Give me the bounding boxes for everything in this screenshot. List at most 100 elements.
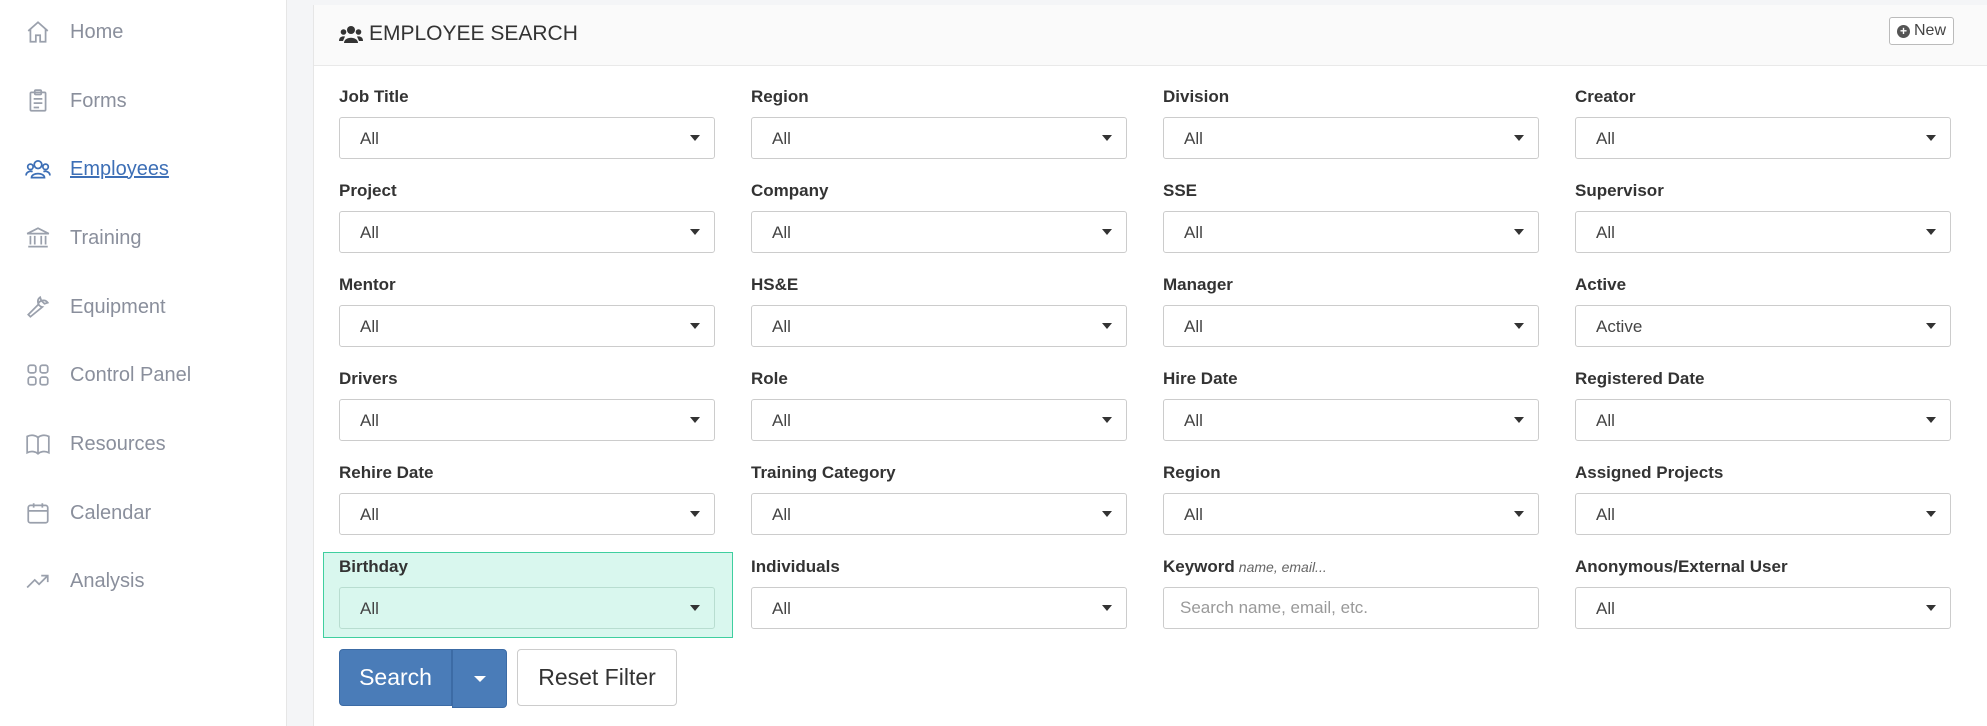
anonymous-select[interactable]: All [1575,587,1951,629]
caret-down-icon [1514,511,1524,517]
sse-select[interactable]: All [1163,211,1539,253]
sidebar-item-control-panel[interactable]: Control Panel [24,355,191,395]
caret-down-icon [1514,417,1524,423]
rehire-date-select[interactable]: All [339,493,715,535]
hire-date-select[interactable]: All [1163,399,1539,441]
division-select[interactable]: All [1163,117,1539,159]
assigned-projects-select[interactable]: All [1575,493,1951,535]
field-label: Anonymous/External User [1575,557,1788,576]
sidebar-item-home[interactable]: Home [24,12,123,52]
select-value: All [1184,223,1203,242]
sidebar-item-label: Resources [70,432,166,455]
individuals-select[interactable]: All [751,587,1127,629]
select-value: All [360,129,379,148]
field-label: Supervisor [1575,181,1664,200]
select-value: All [360,505,379,524]
sidebar-item-training[interactable]: Training [24,218,142,258]
select-value: All [772,129,791,148]
caret-down-icon [1102,417,1112,423]
caret-down-icon [690,323,700,329]
users-icon [24,155,52,183]
filter-anonymous-external-user: Anonymous/External User All [1575,557,1951,629]
employee-search-panel: EMPLOYEE SEARCH + New Job Title All Regi… [313,5,1987,726]
supervisor-select[interactable]: All [1575,211,1951,253]
registered-date-select[interactable]: All [1575,399,1951,441]
caret-down-icon [1926,323,1936,329]
field-label: Rehire Date [339,463,434,482]
sidebar-item-label: Control Panel [70,363,192,386]
field-label: Training Category [751,463,896,482]
select-value: All [1596,129,1615,148]
role-select[interactable]: All [751,399,1127,441]
field-label: Active [1575,275,1627,294]
training-category-select[interactable]: All [751,493,1127,535]
caret-down-icon [1102,605,1112,611]
new-button-label: New [1914,22,1947,39]
select-value: All [772,411,791,430]
wrench-icon [24,293,52,321]
users-icon [339,26,363,43]
hse-select[interactable]: All [751,305,1127,347]
filter-role: Role All [751,369,1127,441]
keyword-input[interactable] [1163,587,1539,629]
company-select[interactable]: All [751,211,1127,253]
select-value: Active [1596,317,1643,336]
caret-down-icon [1926,229,1936,235]
sidebar-item-resources[interactable]: Resources [24,424,166,464]
filter-job-title: Job Title All [339,87,715,159]
select-value: All [772,223,791,242]
caret-down-icon [690,135,700,141]
sidebar-item-calendar[interactable]: Calendar [24,493,151,533]
select-value: All [772,317,791,336]
filter-creator: Creator All [1575,87,1951,159]
caret-down-icon [1926,417,1936,423]
caret-down-icon [1514,229,1524,235]
book-icon [24,430,52,458]
select-value: All [772,505,791,524]
caret-down-icon [1514,323,1524,329]
manager-select[interactable]: All [1163,305,1539,347]
caret-down-icon [1102,229,1112,235]
birthday-select[interactable]: All [339,587,715,629]
new-button[interactable]: + New [1889,17,1955,45]
reset-filter-button[interactable]: Reset Filter [517,649,677,706]
sidebar-item-label: Home [70,20,124,43]
mentor-select[interactable]: All [339,305,715,347]
select-value: All [1596,599,1615,618]
filter-sse: SSE All [1163,181,1539,253]
caret-down-icon [474,676,486,682]
project-select[interactable]: All [339,211,715,253]
field-label: Registered Date [1575,369,1705,388]
sidebar-item-label: Training [70,226,142,249]
creator-select[interactable]: All [1575,117,1951,159]
sidebar-item-employees[interactable]: Employees [24,149,169,189]
page-title: EMPLOYEE SEARCH [339,22,578,46]
active-select[interactable]: Active [1575,305,1951,347]
field-label: Keyword name, email... [1163,557,1539,579]
sidebar-item-analysis[interactable]: Analysis [24,561,144,601]
field-label: Mentor [339,275,396,294]
sidebar-item-label: Calendar [70,501,152,524]
caret-down-icon [1514,135,1524,141]
calendar-icon [24,499,52,527]
sidebar-item-forms[interactable]: Forms [24,81,127,121]
filter-mentor: Mentor All [339,275,715,347]
grid-icon [24,361,52,389]
caret-down-icon [690,605,700,611]
region-select[interactable]: All [751,117,1127,159]
drivers-select[interactable]: All [339,399,715,441]
field-label: Hire Date [1163,369,1238,388]
region-2-select[interactable]: All [1163,493,1539,535]
sidebar-item-label: Equipment [70,295,166,318]
search-options-dropdown[interactable] [452,649,507,708]
field-label: Region [751,87,809,106]
filter-training-category: Training Category All [751,463,1127,535]
sidebar-item-equipment[interactable]: Equipment [24,287,166,327]
field-label: SSE [1163,181,1198,200]
select-value: All [1184,317,1203,336]
job-title-select[interactable]: All [339,117,715,159]
filter-rehire-date: Rehire Date All [339,463,715,535]
clipboard-icon [24,87,52,115]
search-button[interactable]: Search [339,649,452,706]
search-button-group: Search [339,649,507,708]
